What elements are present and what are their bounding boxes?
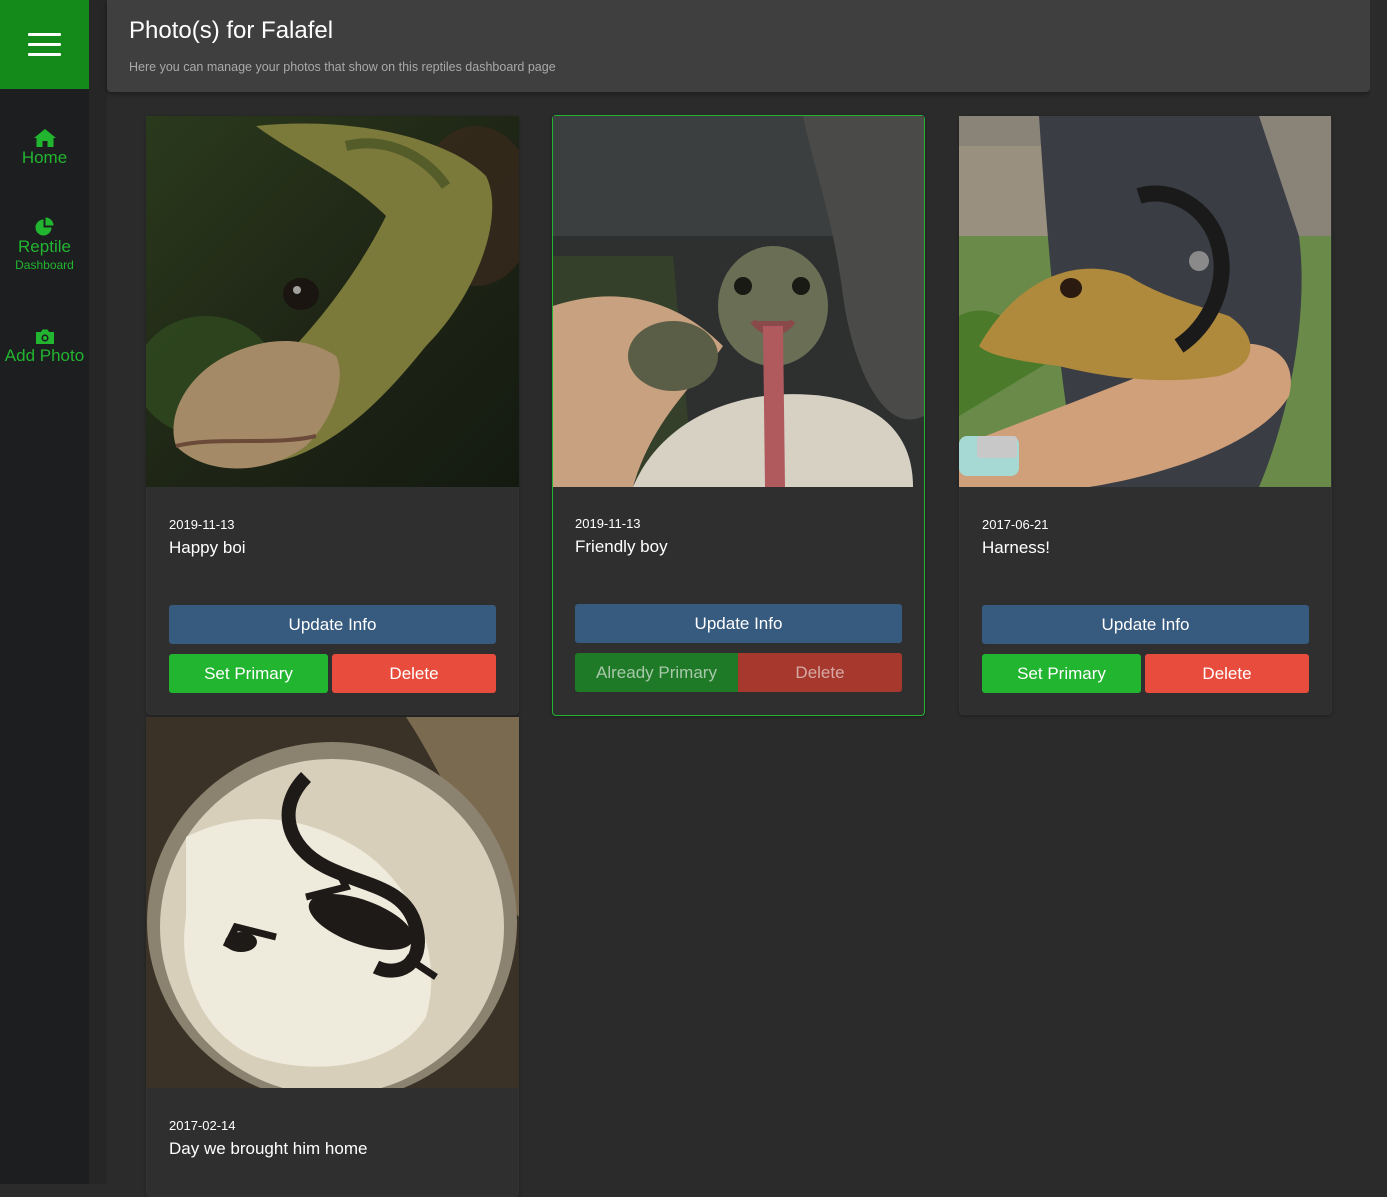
- delete-button[interactable]: Delete: [332, 654, 496, 693]
- photo-card-primary: 2019-11-13 Friendly boy Update Info Alre…: [552, 115, 925, 716]
- photo-date: 2017-06-21: [982, 517, 1049, 532]
- sidebar-item-label: Add Photo: [4, 346, 85, 365]
- photo-date: 2019-11-13: [575, 516, 641, 531]
- photo-caption: Happy boi: [169, 538, 246, 557]
- page-header: Photo(s) for Falafel Here you can manage…: [107, 0, 1370, 92]
- sidebar: Home Reptile Dashboard Add Photo: [0, 0, 89, 1184]
- sidebar-item-sublabel: Dashboard: [15, 258, 74, 272]
- home-icon: [33, 129, 56, 147]
- page-title: Photo(s) for Falafel: [129, 17, 334, 44]
- update-info-button[interactable]: Update Info: [982, 605, 1309, 644]
- photo-date: 2017-02-14: [169, 1118, 236, 1133]
- sidebar-item-reptile-dashboard[interactable]: Reptile Dashboard: [0, 217, 89, 273]
- sidebar-gutter: [89, 0, 107, 1184]
- photo-card: 2017-06-21 Harness! Update Info Set Prim…: [959, 116, 1332, 715]
- delete-button[interactable]: Delete: [1145, 654, 1309, 693]
- photo-caption: Friendly boy: [575, 537, 668, 556]
- already-primary-button: Already Primary: [575, 653, 738, 692]
- update-info-button[interactable]: Update Info: [575, 604, 902, 643]
- page-subtitle: Here you can manage your photos that sho…: [129, 60, 556, 74]
- photo-caption: Day we brought him home: [169, 1139, 368, 1158]
- photo-card: 2019-11-13 Happy boi Update Info Set Pri…: [146, 116, 519, 715]
- sidebar-item-label: Home: [21, 148, 68, 167]
- camera-icon: [35, 329, 54, 344]
- hamburger-icon: [28, 33, 61, 36]
- photo-date: 2019-11-13: [169, 517, 235, 532]
- photo-card: 2017-02-14 Day we brought him home: [146, 717, 519, 1197]
- sidebar-item-home[interactable]: Home: [0, 128, 89, 168]
- photo-caption: Harness!: [982, 538, 1051, 557]
- reptile-photo[interactable]: [146, 116, 519, 487]
- menu-toggle-button[interactable]: [0, 0, 89, 89]
- pie-chart-icon: [35, 217, 53, 236]
- set-primary-button[interactable]: Set Primary: [982, 654, 1141, 693]
- set-primary-button[interactable]: Set Primary: [169, 654, 328, 693]
- reptile-photo[interactable]: [959, 116, 1331, 487]
- reptile-photo[interactable]: [553, 116, 924, 487]
- delete-button-disabled: Delete: [738, 653, 902, 692]
- sidebar-item-add-photo[interactable]: Add Photo: [0, 328, 89, 366]
- reptile-photo[interactable]: [146, 717, 519, 1088]
- sidebar-item-label: Reptile: [18, 237, 71, 256]
- update-info-button[interactable]: Update Info: [169, 605, 496, 644]
